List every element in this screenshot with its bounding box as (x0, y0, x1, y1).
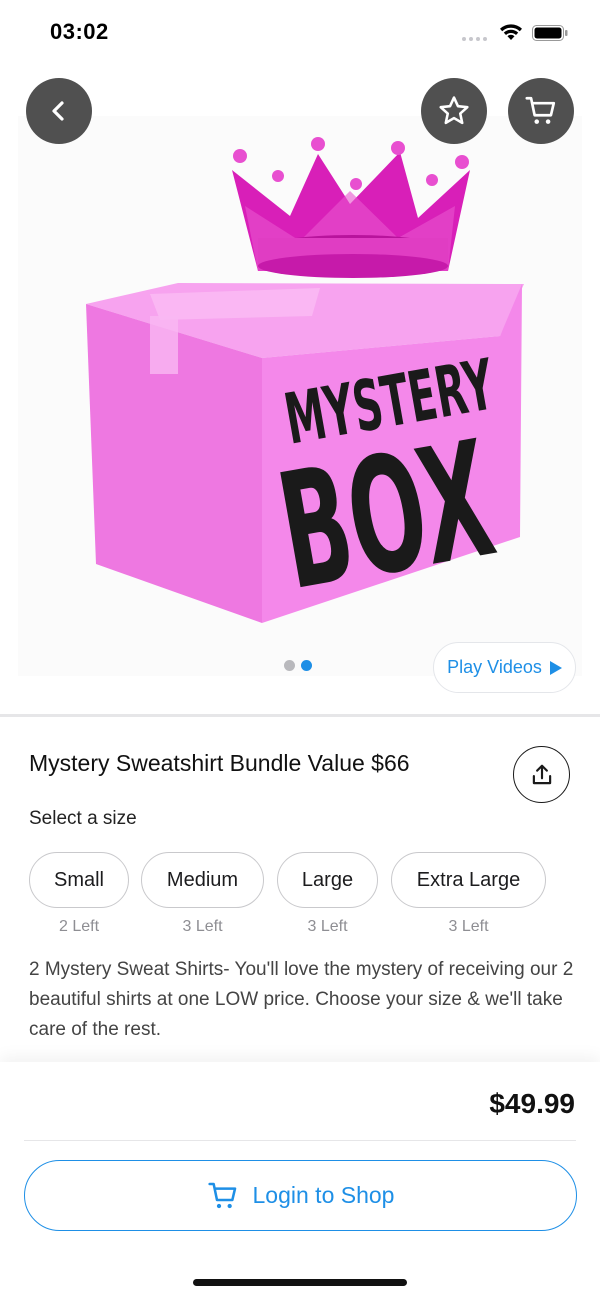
play-icon (549, 660, 562, 675)
size-option-small[interactable]: Small (29, 852, 129, 908)
product-price: $49.99 (489, 1088, 575, 1119)
login-to-shop-label: Login to Shop (252, 1182, 395, 1208)
stock-count-large: 3 Left (307, 918, 348, 935)
product-image-carousel[interactable]: MYSTERY BOX (0, 66, 600, 714)
size-option-extra-large[interactable]: Extra Large (391, 852, 546, 908)
stock-count-small: 2 Left (58, 918, 100, 935)
star-icon (439, 96, 469, 125)
carousel-dot[interactable] (284, 660, 295, 671)
stock-count-medium: 3 Left (182, 918, 223, 935)
size-option-large[interactable]: Large (277, 852, 378, 908)
carousel-dot-active[interactable] (301, 660, 312, 671)
play-videos-button[interactable]: Play Videos (433, 642, 576, 693)
product-description: 2 Mystery Sweat Shirts- You'll love the … (29, 959, 574, 1040)
cart-icon (525, 96, 556, 124)
share-button[interactable] (513, 746, 570, 803)
login-to-shop-button[interactable]: Login to Shop (24, 1160, 577, 1231)
stock-count-extra-large: 3 Left (448, 918, 489, 935)
price-divider (24, 1140, 576, 1141)
play-videos-label: Play Videos (447, 657, 542, 677)
cart-icon (207, 1182, 236, 1208)
crown-graphic (232, 137, 470, 278)
carousel-page-indicator (284, 660, 312, 671)
home-indicator[interactable] (193, 1279, 407, 1286)
product-title: Mystery Sweatshirt Bundle Value $66 (29, 750, 410, 776)
cart-button[interactable] (508, 78, 574, 144)
section-divider (0, 714, 600, 717)
size-option-medium[interactable]: Medium (141, 852, 264, 908)
chevron-left-icon (52, 101, 64, 121)
mystery-box-image: MYSTERY BOX (86, 137, 524, 626)
status-time: 03:02 (50, 19, 109, 44)
wifi-icon (500, 24, 522, 40)
cellular-signal-icon (462, 37, 487, 41)
box-text-box: BOX (267, 405, 506, 626)
favorite-button[interactable] (421, 78, 487, 144)
share-icon (532, 764, 551, 784)
battery-icon (532, 25, 568, 41)
select-size-label: Select a size (29, 808, 137, 829)
box-graphic: MYSTERY BOX (86, 283, 524, 626)
status-bar: 03:02 (0, 0, 600, 66)
back-button[interactable] (26, 78, 92, 144)
